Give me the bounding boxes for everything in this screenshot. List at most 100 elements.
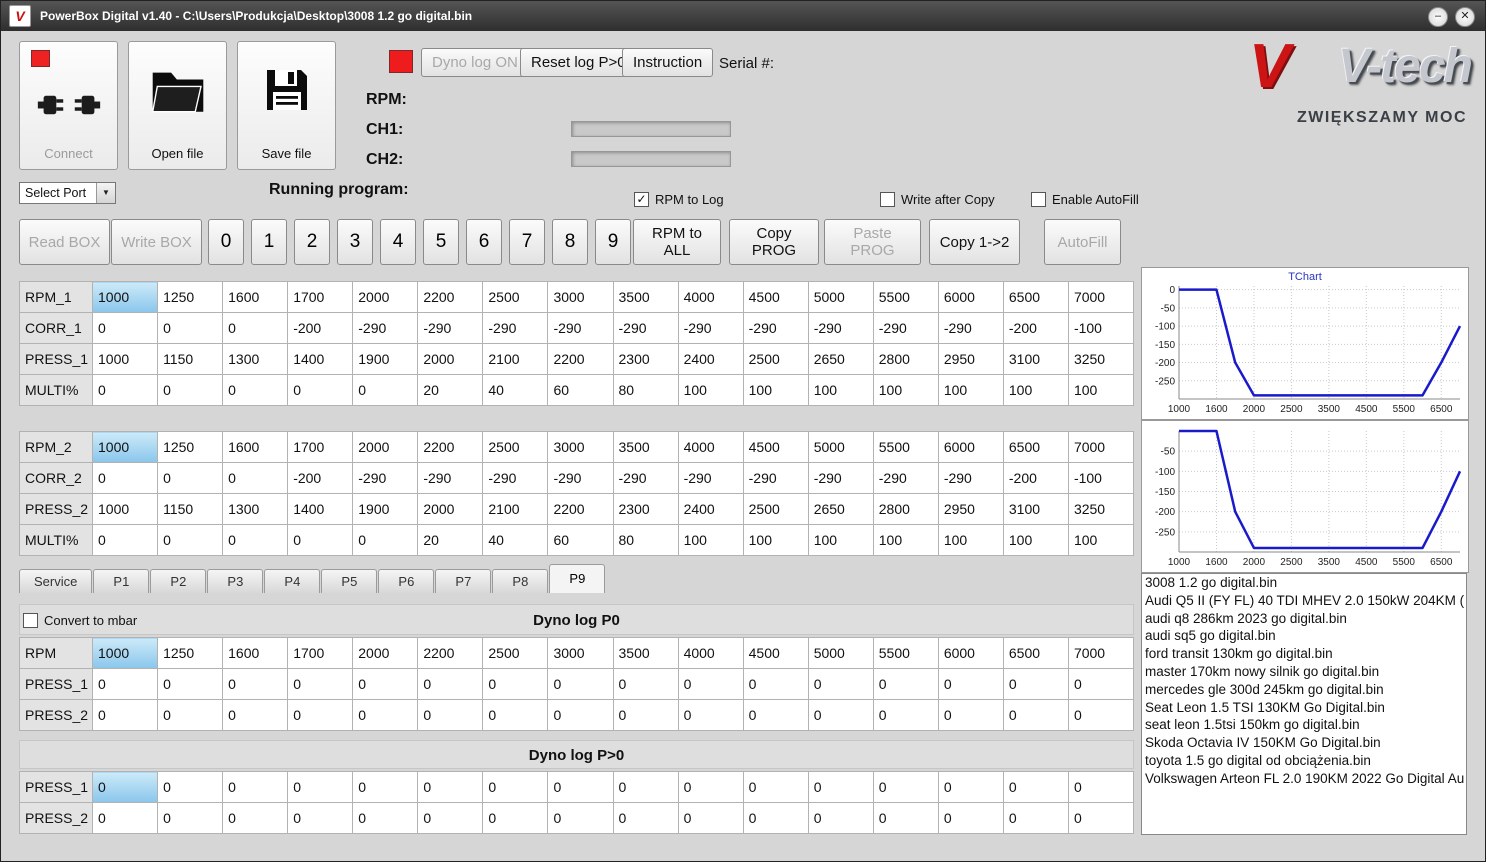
table-cell[interactable]: -290: [417, 462, 484, 494]
table-cell[interactable]: 0: [287, 771, 354, 803]
table-cell[interactable]: 2500: [742, 493, 809, 525]
table-cell[interactable]: 2000: [352, 637, 419, 669]
file-list-item[interactable]: Audi Q5 II (FY FL) 40 TDI MHEV 2.0 150kW…: [1142, 592, 1466, 610]
table-cell[interactable]: 0: [937, 668, 1004, 700]
table-cell[interactable]: 2650: [807, 343, 874, 375]
table-cell[interactable]: 0: [222, 462, 289, 494]
write-after-copy-checkbox[interactable]: Write after Copy: [880, 192, 995, 207]
table-cell[interactable]: 6500: [1002, 431, 1069, 463]
table-cell[interactable]: 5000: [807, 281, 874, 313]
table-cell[interactable]: 0: [677, 802, 744, 834]
table-cell[interactable]: 0: [352, 524, 419, 556]
table-cell[interactable]: -290: [612, 312, 679, 344]
table-cell[interactable]: 2500: [482, 281, 549, 313]
table-cell[interactable]: 0: [222, 524, 289, 556]
autofill-button[interactable]: AutoFill: [1044, 219, 1121, 265]
table-cell[interactable]: 3250: [1067, 493, 1135, 525]
table-cell[interactable]: 0: [547, 802, 614, 834]
table-cell[interactable]: 3100: [1002, 493, 1069, 525]
table-cell[interactable]: 0: [547, 699, 614, 731]
table-cell[interactable]: 5500: [872, 431, 939, 463]
table-cell[interactable]: 100: [807, 374, 874, 406]
read-box-button[interactable]: Read BOX: [19, 219, 110, 265]
chevron-down-icon[interactable]: ▼: [96, 183, 115, 203]
table-cell[interactable]: 1400: [287, 493, 354, 525]
table-cell[interactable]: 0: [807, 771, 874, 803]
table-cell[interactable]: 100: [677, 374, 744, 406]
table-cell[interactable]: 1700: [287, 431, 354, 463]
bin-file-list[interactable]: 3008 1.2 go digital.bin Audi Q5 II (FY FL…: [1141, 573, 1467, 835]
table-cell[interactable]: 1900: [352, 343, 419, 375]
table-cell[interactable]: -290: [937, 312, 1004, 344]
table-cell[interactable]: 1900: [352, 493, 419, 525]
table-cell[interactable]: 0: [547, 668, 614, 700]
table-cell[interactable]: 1150: [157, 343, 224, 375]
table-cell[interactable]: 40: [482, 374, 549, 406]
table-cell[interactable]: 0: [222, 312, 289, 344]
table-cell[interactable]: -290: [482, 462, 549, 494]
table-cell[interactable]: 1700: [287, 281, 354, 313]
table-cell[interactable]: 0: [1002, 699, 1069, 731]
table-cell[interactable]: 2100: [482, 343, 549, 375]
table-cell[interactable]: -290: [352, 462, 419, 494]
table-cell[interactable]: 0: [742, 771, 809, 803]
table-cell[interactable]: 4500: [742, 637, 809, 669]
table-cell[interactable]: 0: [807, 699, 874, 731]
table-cell[interactable]: 2800: [872, 343, 939, 375]
table-cell[interactable]: 0: [417, 802, 484, 834]
table-cell[interactable]: 80: [612, 524, 679, 556]
enable-autofill-checkbox[interactable]: Enable AutoFill: [1031, 192, 1139, 207]
table-cell[interactable]: 1150: [157, 493, 224, 525]
table-cell[interactable]: -200: [287, 312, 354, 344]
table-cell[interactable]: 2200: [417, 431, 484, 463]
table-cell[interactable]: 0: [157, 312, 224, 344]
table-cell[interactable]: -290: [547, 312, 614, 344]
tab-p2[interactable]: P2: [150, 569, 207, 593]
table-cell[interactable]: 0: [1067, 771, 1135, 803]
table-cell[interactable]: 0: [742, 668, 809, 700]
table-cell[interactable]: 3000: [547, 637, 614, 669]
table-cell[interactable]: 100: [1002, 374, 1069, 406]
table-cell[interactable]: 100: [937, 524, 1004, 556]
table-cell[interactable]: 0: [91, 699, 159, 731]
file-list-item[interactable]: Seat Leon 1.5 TSI 130KM Go Digital.bin: [1142, 699, 1466, 717]
table-cell[interactable]: 5500: [872, 281, 939, 313]
table-cell[interactable]: 0: [91, 524, 159, 556]
table-cell[interactable]: -290: [742, 462, 809, 494]
tab-p5[interactable]: P5: [321, 569, 378, 593]
table-cell[interactable]: 1600: [222, 637, 289, 669]
table-cell[interactable]: 1250: [157, 637, 224, 669]
checkbox-box[interactable]: [880, 192, 895, 207]
table-cell[interactable]: 0: [872, 668, 939, 700]
table-cell[interactable]: 100: [807, 524, 874, 556]
program-digit-button-8[interactable]: 8: [552, 219, 588, 265]
table-cell[interactable]: 1600: [222, 431, 289, 463]
table-cell[interactable]: 2500: [482, 637, 549, 669]
table-cell[interactable]: 3500: [612, 637, 679, 669]
table-cell[interactable]: 0: [417, 668, 484, 700]
table-cell[interactable]: 2000: [417, 343, 484, 375]
table-cell[interactable]: 0: [352, 771, 419, 803]
table-cell[interactable]: -290: [417, 312, 484, 344]
table-cell[interactable]: 100: [937, 374, 1004, 406]
table-cell[interactable]: -290: [742, 312, 809, 344]
save-file-button[interactable]: Save file: [237, 41, 336, 170]
program-digit-button-9[interactable]: 9: [595, 219, 631, 265]
program-digit-button-7[interactable]: 7: [509, 219, 545, 265]
table-cell[interactable]: 1300: [222, 493, 289, 525]
table-cell[interactable]: 20: [417, 374, 484, 406]
file-list-item[interactable]: audi sq5 go digital.bin: [1142, 627, 1466, 645]
table-cell[interactable]: 0: [157, 802, 224, 834]
tab-p1[interactable]: P1: [93, 569, 150, 593]
table-cell[interactable]: 100: [1002, 524, 1069, 556]
file-list-item[interactable]: audi q8 286km 2023 go digital.bin: [1142, 610, 1466, 628]
table-cell[interactable]: 2800: [872, 493, 939, 525]
table-cell[interactable]: 0: [937, 771, 1004, 803]
table-cell[interactable]: 2100: [482, 493, 549, 525]
copy-prog-button[interactable]: Copy PROG: [729, 219, 819, 265]
table-cell[interactable]: 3000: [547, 431, 614, 463]
table-cell[interactable]: 1300: [222, 343, 289, 375]
table-cell[interactable]: 2300: [612, 343, 679, 375]
table-cell[interactable]: 7000: [1067, 637, 1135, 669]
table-cell[interactable]: 5000: [807, 637, 874, 669]
